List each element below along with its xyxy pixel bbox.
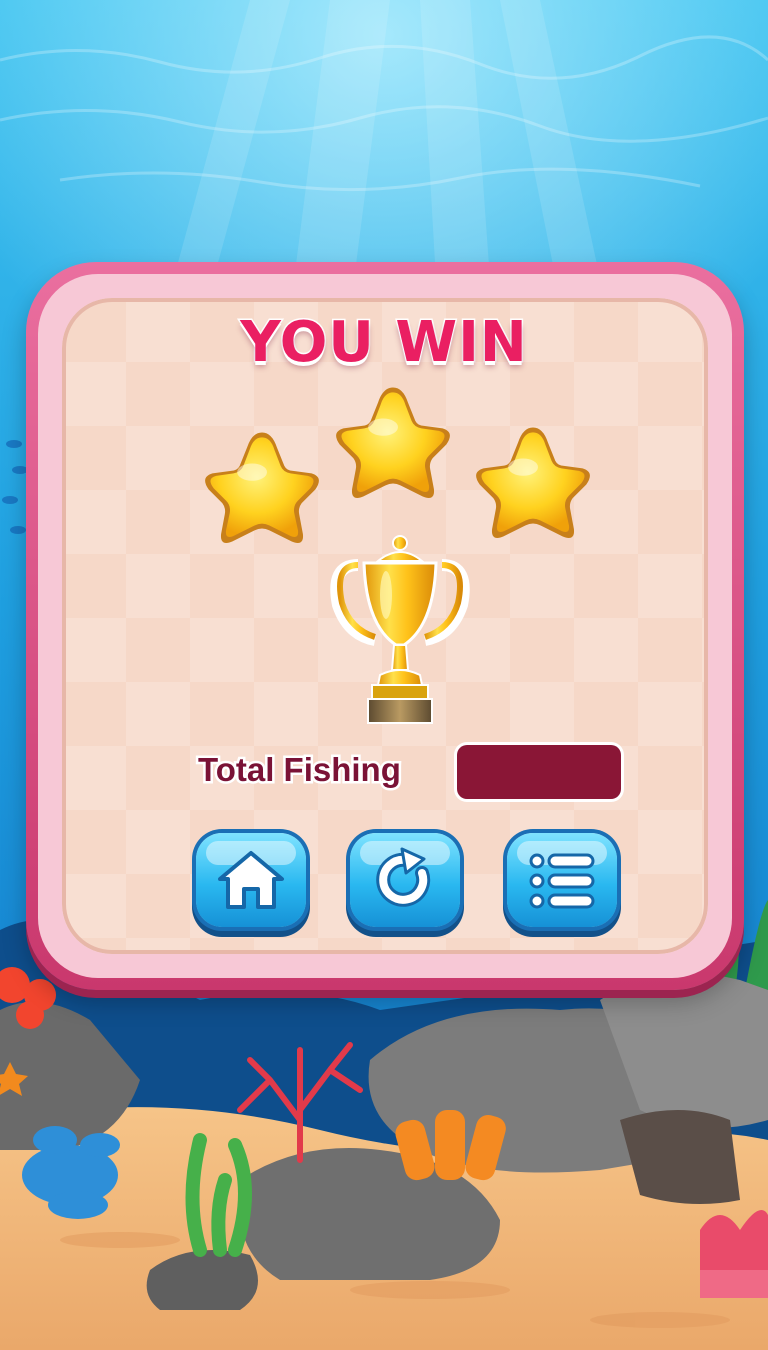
- level-menu-button[interactable]: [507, 833, 617, 927]
- total-fishing-label: Total Fishing: [196, 749, 404, 791]
- trophy-icon: [330, 535, 470, 724]
- total-fishing-value: [457, 745, 621, 799]
- you-win-title: YOU WIN: [239, 309, 529, 377]
- star-icon-3: [476, 427, 590, 538]
- star-icon-2: [336, 387, 450, 498]
- replay-button[interactable]: [350, 833, 460, 927]
- home-button[interactable]: [196, 833, 306, 927]
- home-icon: [218, 851, 284, 909]
- list-menu-icon: [529, 853, 595, 909]
- star-icon-1: [205, 432, 319, 543]
- replay-icon: [376, 847, 431, 907]
